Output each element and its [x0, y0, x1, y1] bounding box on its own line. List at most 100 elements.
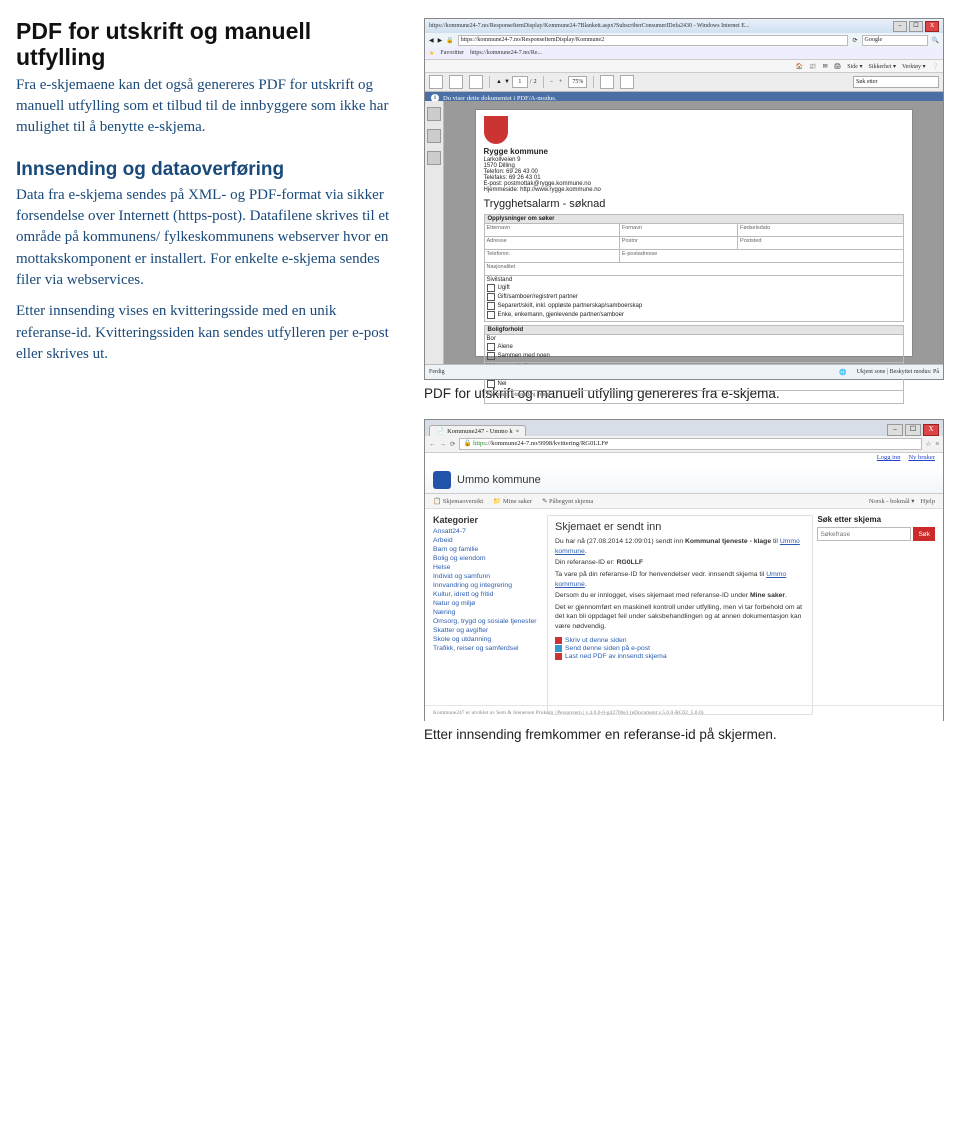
tool-icon[interactable] — [620, 75, 634, 89]
attachments-icon[interactable] — [427, 151, 441, 165]
forward-icon[interactable]: ▶ — [438, 37, 443, 44]
favorites-star-icon[interactable]: ★ — [429, 50, 434, 57]
feeds-icon[interactable]: 📰 — [809, 63, 816, 70]
cat-link[interactable]: Skatter og avgifter — [433, 627, 543, 634]
nav-skjemaoversikt[interactable]: 📋 Skjemaoversikt — [433, 497, 483, 505]
zoom-in-icon[interactable]: + — [559, 79, 562, 85]
cat-link[interactable]: Helse — [433, 564, 543, 571]
favorites-bar: ★ Favoritter https://kommune24-7.no/Re..… — [425, 47, 943, 59]
search-icon[interactable]: 🔍 — [932, 37, 939, 44]
cat-link[interactable]: Skole og utdanning — [433, 636, 543, 643]
login-link[interactable]: Logg inn — [877, 454, 901, 466]
screenshot-kvittering: 📄 Kommune247 - Ummo k × – ☐ X ← → ⟳ 🔒 ht… — [424, 419, 944, 721]
kommune-name: Ummo kommune — [457, 474, 541, 486]
print-icon[interactable]: 🖨 — [834, 63, 842, 70]
bookmark-star-icon[interactable]: ☆ — [926, 440, 932, 448]
label-nasjonalitet: Nasjonalitet — [484, 263, 903, 276]
label-bor: Bor — [487, 336, 496, 342]
chrome-menu-icon[interactable]: ≡ — [935, 441, 939, 448]
check-separert[interactable]: Separert/skilt, inkl. oppløste partnersk… — [487, 302, 901, 310]
back-icon[interactable]: ◀ — [429, 37, 434, 44]
separator — [543, 76, 544, 88]
page: PDF for utskrift og manuell utfylling Fr… — [16, 18, 944, 760]
cat-link[interactable]: Natur og miljø — [433, 600, 543, 607]
sub-nav: 📋 Skjemaoversikt 📁 Mine saker ✎ Påbegynt… — [425, 494, 943, 509]
help-link[interactable]: Hjelp — [921, 498, 935, 505]
find-input[interactable]: Søk etter — [853, 76, 939, 88]
crest-icon — [484, 116, 508, 144]
site-header: Ummo kommune — [425, 467, 943, 494]
check-enke[interactable]: Enke, enkemann, gjenlevende partner/samb… — [487, 311, 901, 319]
page-down-icon[interactable]: ▼ — [504, 79, 510, 85]
action-email[interactable]: Send denne siden på e-post — [555, 645, 805, 652]
save-icon[interactable] — [429, 75, 443, 89]
cell-sivilstand: Sivilstand Ugift Gift/samboer/registrert… — [484, 276, 903, 322]
language-select[interactable]: Norsk - bokmål ▾ — [869, 497, 915, 505]
cat-link[interactable]: Individ og samfunn — [433, 573, 543, 580]
close-button[interactable]: X — [923, 424, 939, 436]
favorites-site[interactable]: https://kommune24-7.no/Re... — [470, 50, 542, 56]
receipt-heading: Skjemaet er sendt inn — [555, 521, 805, 533]
cat-link[interactable]: Barn og familie — [433, 546, 543, 553]
browser-tab[interactable]: 📄 Kommune247 - Ummo k × — [429, 425, 526, 436]
window-titlebar: https://kommune24-7.no/ResponseItemDispl… — [425, 19, 943, 33]
check-ugift[interactable]: Ugift — [487, 284, 901, 292]
action-download-pdf[interactable]: Last ned PDF av innsendt skjema — [555, 653, 805, 660]
zoom-out-icon[interactable]: − — [550, 79, 553, 85]
mail-pdf-icon[interactable] — [469, 75, 483, 89]
new-user-link[interactable]: Ny bruker — [908, 454, 935, 466]
menu-verktoy[interactable]: Verktøy ▾ — [902, 63, 926, 70]
categories-heading: Kategorier — [433, 515, 543, 525]
back-icon[interactable]: ← — [429, 441, 436, 448]
refresh-icon[interactable]: ⟳ — [852, 37, 857, 44]
home-icon[interactable]: 🏠 — [796, 63, 803, 70]
figure-column: https://kommune24-7.no/ResponseItemDispl… — [424, 18, 944, 760]
menu-sikkerhet[interactable]: Sikkerhet ▾ — [868, 63, 896, 70]
search-button[interactable]: Søk — [913, 527, 935, 541]
close-button[interactable]: X — [925, 21, 939, 32]
menu-side[interactable]: Side ▾ — [847, 63, 862, 70]
address-bar[interactable]: https://kommune24-7.no/ResponseItemDispl… — [458, 35, 849, 46]
cat-link[interactable]: Arbeid — [433, 537, 543, 544]
nav-mine-saker[interactable]: 📁 Mine saker — [493, 497, 532, 505]
bookmarks-icon[interactable] — [427, 129, 441, 143]
page-up-icon[interactable]: ▲ — [496, 79, 502, 85]
check-nei[interactable]: Nei — [487, 380, 901, 388]
tool-icon[interactable] — [600, 75, 614, 89]
forward-icon[interactable]: → — [440, 441, 447, 448]
zoom-select[interactable]: 75% — [568, 76, 587, 88]
action-print[interactable]: Skriv ut denne siden — [555, 637, 805, 644]
search-engine-box[interactable]: Google — [862, 35, 928, 46]
search-heading: Søk etter skjema — [817, 515, 935, 524]
print-pdf-icon[interactable] — [449, 75, 463, 89]
receipt-disclaimer: Det er gjennomført en maskinell kontroll… — [555, 603, 805, 632]
window-title: https://kommune24-7.no/ResponseItemDispl… — [429, 23, 749, 29]
cat-link[interactable]: Omsorg, trygd og sosiale tjenester — [433, 618, 543, 625]
thumbnails-icon[interactable] — [427, 107, 441, 121]
nav-pabegynt[interactable]: ✎ Påbegynt skjema — [542, 497, 593, 505]
cat-link[interactable]: Trafikk, reiser og samferdsel — [433, 645, 543, 652]
maximize-button[interactable]: ☐ — [909, 21, 923, 32]
cat-link[interactable]: Bolig og eiendom — [433, 555, 543, 562]
check-gift[interactable]: Gift/samboer/registrert partner — [487, 293, 901, 301]
mail-icon[interactable]: ✉ — [823, 63, 828, 70]
check-alene[interactable]: Alene — [487, 343, 901, 351]
pdf-page-area[interactable]: Rygge kommune Larkollveien 9 1570 Dillin… — [444, 101, 943, 365]
reload-icon[interactable]: ⟳ — [450, 440, 455, 448]
cat-link[interactable]: Ansatt24-7 — [433, 528, 543, 535]
page-current-input[interactable]: 1 — [512, 76, 528, 88]
label-fornavn: Fornavn — [619, 224, 737, 237]
label-telefon: Telefonnr. — [484, 250, 619, 263]
check-sammen[interactable]: Sammen med noen — [487, 352, 901, 360]
help-icon[interactable]: ❔ — [932, 63, 939, 70]
para-innsending-1: Data fra e-skjema sendes på XML- og PDF-… — [16, 185, 396, 291]
tab-close-icon[interactable]: × — [516, 428, 520, 435]
address-bar[interactable]: 🔒 https://kommune24-7.no/9998/kvittering… — [459, 438, 921, 450]
search-input[interactable] — [817, 527, 911, 541]
maximize-button[interactable]: ☐ — [905, 424, 921, 436]
minimize-button[interactable]: – — [893, 21, 907, 32]
cat-link[interactable]: Næring — [433, 609, 543, 616]
cat-link[interactable]: Kultur, idrett og fritid — [433, 591, 543, 598]
minimize-button[interactable]: – — [887, 424, 903, 436]
cat-link[interactable]: Innvandring og integrering — [433, 582, 543, 589]
